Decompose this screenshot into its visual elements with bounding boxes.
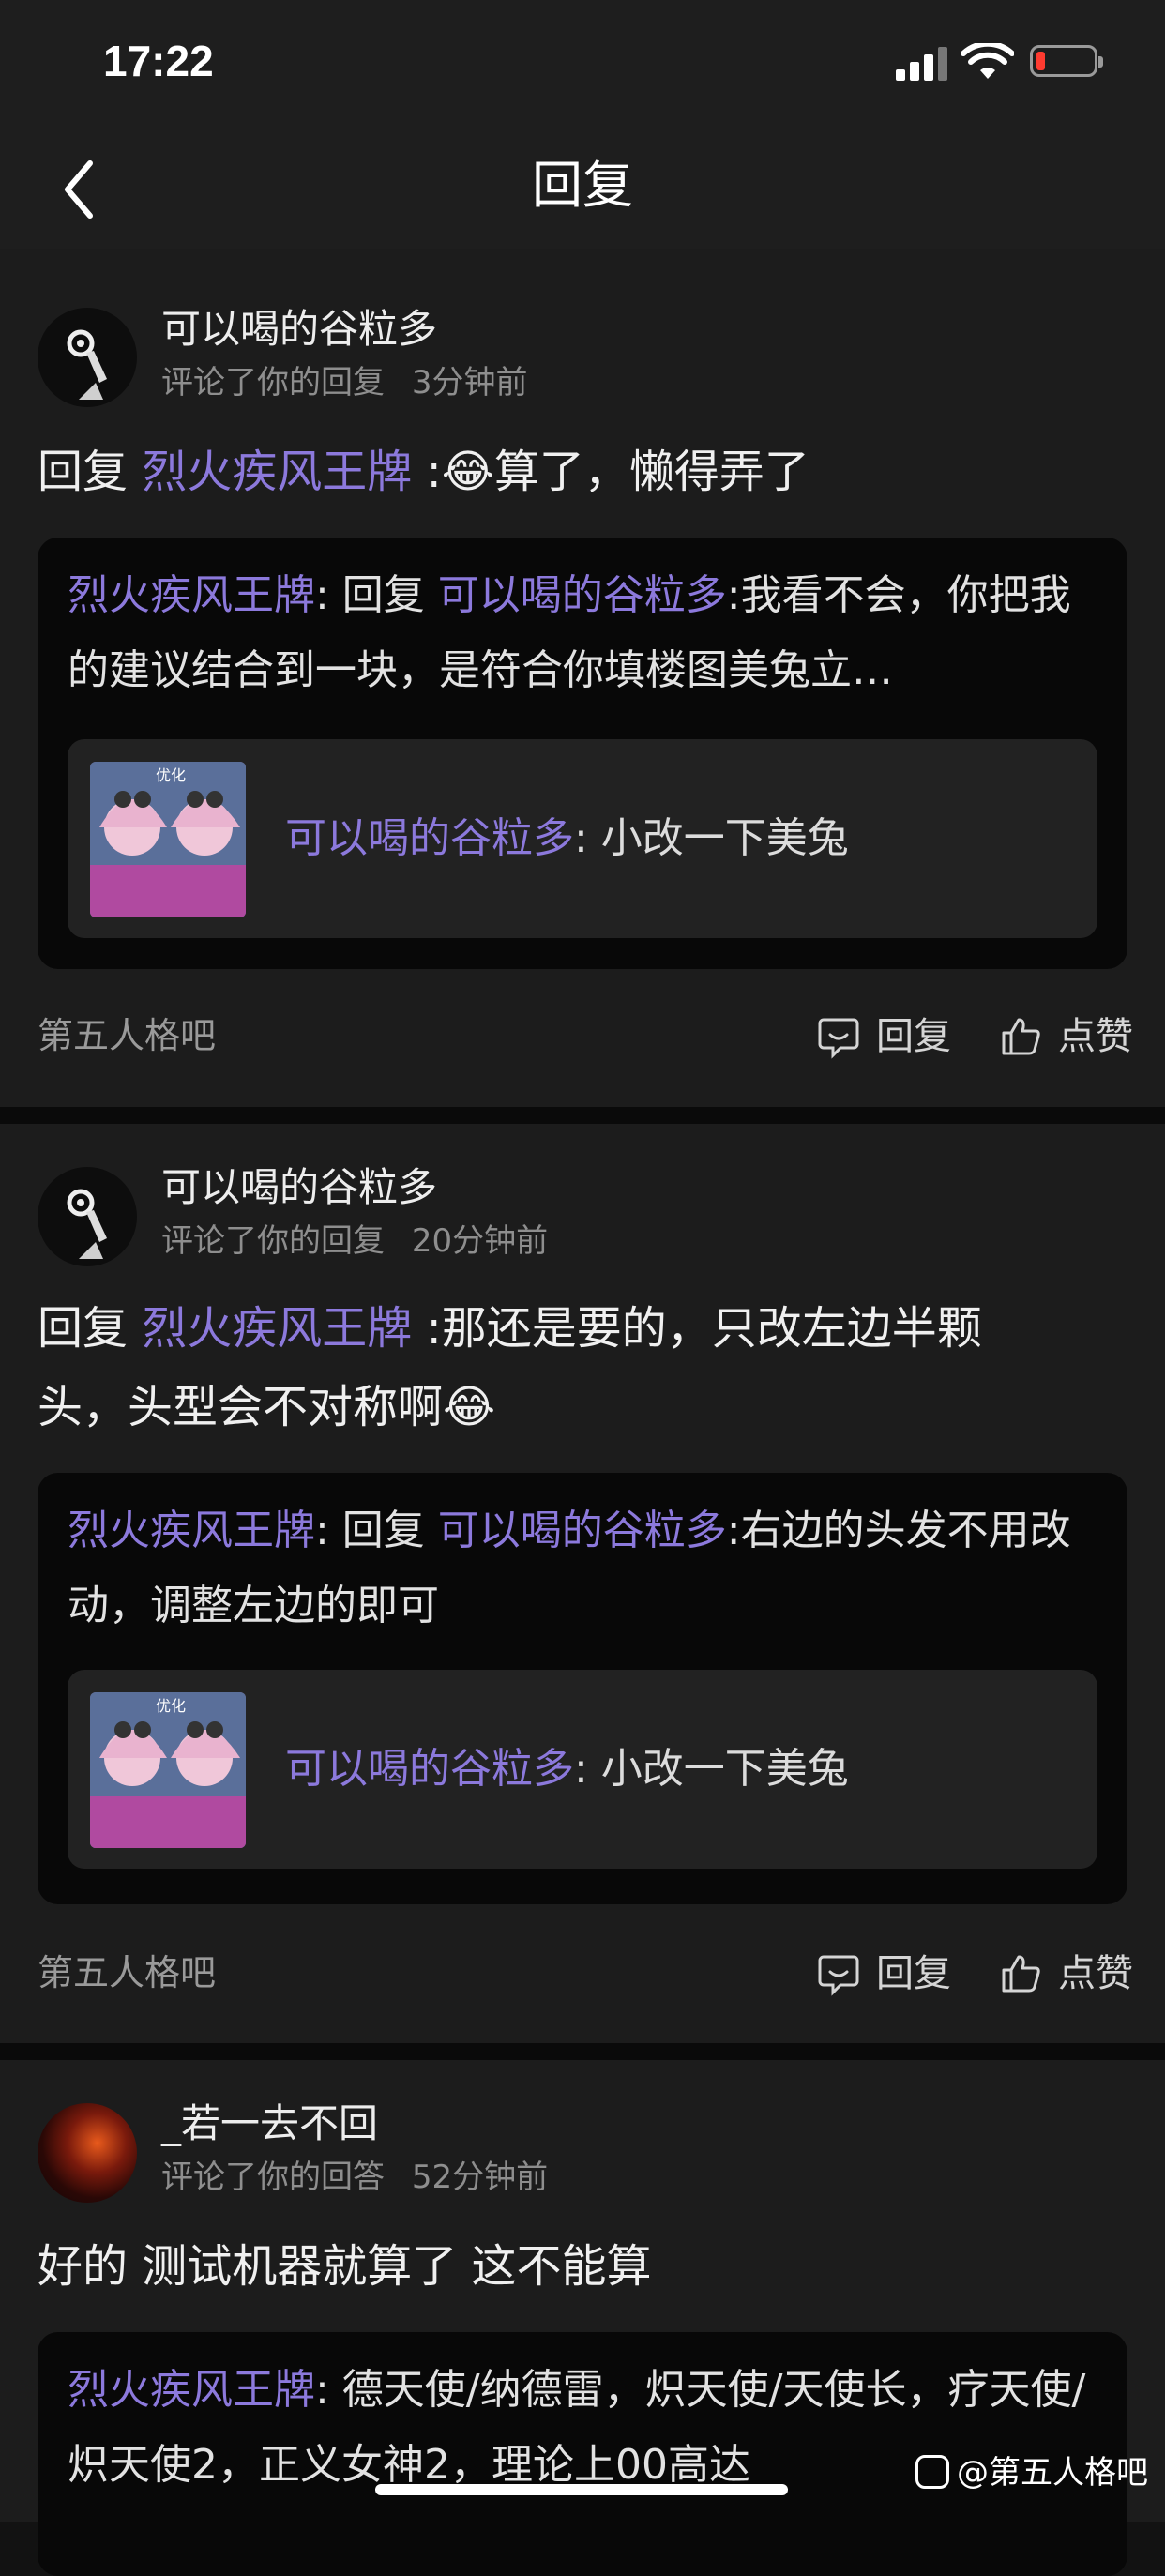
thumb-label: 优化 <box>156 766 186 784</box>
post-thumbnail: 优化 <box>90 1692 246 1848</box>
watermark-text: @第五人格吧 <box>957 2454 1148 2492</box>
status-bar: 17:22 <box>0 0 1165 131</box>
notification-card[interactable]: 可以喝的谷粒多 评论了你的回复 3分钟前 回复 烈火疾风王牌 :😂算了，懒得弄了… <box>0 249 1165 1107</box>
weibo-logo-icon <box>915 2455 949 2489</box>
like-button[interactable]: 点赞 <box>998 1010 1148 1067</box>
reply-button[interactable]: 回复 <box>816 1010 966 1067</box>
quote-mid: : 回复 <box>315 1507 438 1554</box>
avatar[interactable] <box>38 2103 137 2203</box>
status-time: 17:22 <box>103 37 214 85</box>
post-author[interactable]: 可以喝的谷粒多 <box>285 814 574 862</box>
timestamp: 20分钟前 <box>411 1222 549 1260</box>
quoted-reply[interactable]: 烈火疾风王牌: 回复 可以喝的谷粒多:右边的头发不用改动，调整左边的即可 优化 … <box>38 1473 1127 1904</box>
forum-name[interactable]: 第五人格吧 <box>38 1949 216 1996</box>
quote-mid: : 回复 <box>315 571 438 619</box>
reply-prefix: 回复 <box>38 446 129 498</box>
quoted-reply[interactable]: 烈火疾风王牌: 回复 可以喝的谷粒多:我看不会，你把我的建议结合到一块，是符合你… <box>38 538 1127 969</box>
quote-text: 烈火疾风王牌: 回复 可以喝的谷粒多:右边的头发不用改动，调整左边的即可 <box>68 1493 1097 1644</box>
timestamp: 52分钟前 <box>411 2159 549 2196</box>
timestamp: 3分钟前 <box>411 364 528 402</box>
like-label: 点赞 <box>1058 1015 1133 1058</box>
meta-line: 评论了你的回答 52分钟前 <box>161 2156 548 2199</box>
username[interactable]: _若一去不回 <box>161 2098 378 2150</box>
quote-author[interactable]: 烈火疾风王牌 <box>68 2366 315 2414</box>
reply-text: :😂算了，懒得弄了 <box>426 446 809 498</box>
wifi-icon <box>961 43 1014 79</box>
quote-mention[interactable]: 可以喝的谷粒多 <box>438 571 727 619</box>
post-text: 可以喝的谷粒多: 小改一下美兔 <box>285 1743 849 1796</box>
comment-icon <box>818 1018 859 1059</box>
meta-line: 评论了你的回复 20分钟前 <box>161 1220 548 1263</box>
card-separator <box>0 2043 1165 2060</box>
reply-button[interactable]: 回复 <box>816 1947 966 2004</box>
nav-bar: 回复 <box>0 131 1165 249</box>
reply-label: 回复 <box>876 1952 951 1995</box>
like-label: 点赞 <box>1058 1952 1133 1995</box>
card-separator <box>0 1107 1165 1124</box>
post-text: 可以喝的谷粒多: 小改一下美兔 <box>285 812 849 865</box>
avatar[interactable] <box>38 1167 137 1266</box>
watermark: @第五人格吧 <box>915 2450 1148 2495</box>
comment-icon <box>818 1955 859 1996</box>
battery-icon <box>1030 45 1103 77</box>
comment-text: 好的 测试机器就算了 这不能算 <box>38 2240 652 2293</box>
avatar[interactable] <box>38 308 137 407</box>
like-button[interactable]: 点赞 <box>998 1947 1148 2004</box>
original-post[interactable]: 优化 可以喝的谷粒多: 小改一下美兔 <box>68 739 1097 938</box>
quote-author[interactable]: 烈火疾风王牌 <box>68 571 315 619</box>
action-text: 评论了你的回复 <box>161 1222 385 1260</box>
forum-name[interactable]: 第五人格吧 <box>38 1012 216 1059</box>
post-thumbnail: 优化 <box>90 762 246 917</box>
action-text: 评论了你的回答 <box>161 2159 385 2196</box>
thumb-label: 优化 <box>156 1697 186 1715</box>
notification-card[interactable]: 可以喝的谷粒多 评论了你的回复 20分钟前 回复 烈火疾风王牌 :那还是要的，只… <box>0 1124 1165 2043</box>
original-post[interactable]: 优化 可以喝的谷粒多: 小改一下美兔 <box>68 1670 1097 1869</box>
mention-link[interactable]: 烈火疾风王牌 <box>142 446 412 498</box>
meta-line: 评论了你的回复 3分钟前 <box>161 361 527 404</box>
username[interactable]: 可以喝的谷粒多 <box>161 1161 437 1214</box>
comment-text: 回复 烈火疾风王牌 :那还是要的，只改左边半颗头，头型会不对称啊😂 <box>38 1289 1052 1447</box>
cellular-signal-icon <box>896 47 948 81</box>
reply-prefix: 回复 <box>38 1302 129 1355</box>
action-text: 评论了你的回复 <box>161 364 385 402</box>
quote-author[interactable]: 烈火疾风王牌 <box>68 1507 315 1554</box>
thumbs-up-icon <box>1002 1955 1040 1993</box>
mention-link[interactable]: 烈火疾风王牌 <box>142 1302 412 1355</box>
reply-label: 回复 <box>876 1015 951 1058</box>
post-title: : 小改一下美兔 <box>574 1745 849 1793</box>
comment-text: 回复 烈火疾风王牌 :😂算了，懒得弄了 <box>38 432 1127 511</box>
quote-mention[interactable]: 可以喝的谷粒多 <box>438 1507 727 1554</box>
page-title: 回复 <box>532 156 633 215</box>
username[interactable]: 可以喝的谷粒多 <box>161 303 437 356</box>
post-title: : 小改一下美兔 <box>574 814 849 862</box>
quote-text: 烈火疾风王牌: 回复 可以喝的谷粒多:我看不会，你把我的建议结合到一块，是符合你… <box>68 558 1097 708</box>
thumbs-up-icon <box>1002 1018 1040 1055</box>
post-author[interactable]: 可以喝的谷粒多 <box>285 1745 574 1793</box>
home-indicator[interactable] <box>375 2484 788 2495</box>
